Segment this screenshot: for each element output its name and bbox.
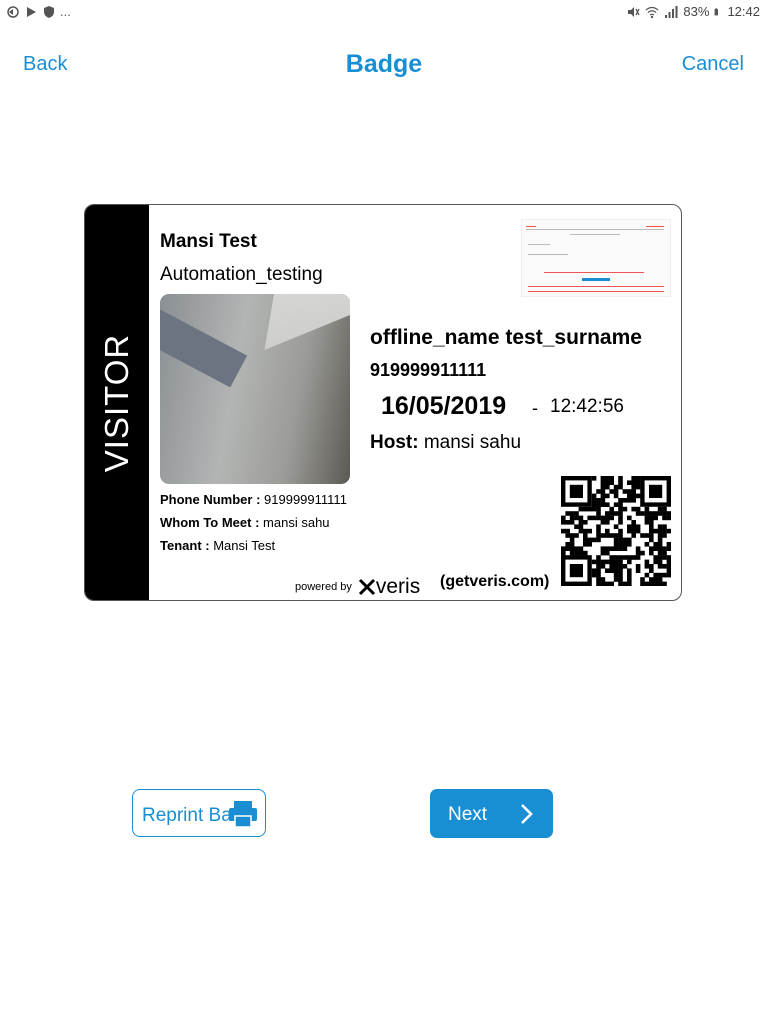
badge-company: Automation_testing [160, 264, 323, 285]
powered-by: powered by veris [295, 575, 420, 599]
next-button[interactable]: Next [430, 789, 553, 838]
brand-name: veris [375, 575, 421, 598]
chevron-right-icon [521, 804, 533, 824]
host-label: Host: [370, 432, 419, 453]
visit-time: 12:42:56 [550, 396, 624, 417]
battery-icon [715, 7, 719, 15]
shield-icon [44, 5, 54, 18]
qr-code [561, 476, 671, 586]
mute-icon [628, 6, 641, 17]
signal-icon [665, 5, 678, 18]
visitor-label: VISITOR [98, 333, 135, 473]
status-bar-left: ... [6, 4, 71, 19]
visit-date: 16/05/2019 [381, 392, 507, 420]
date-time-separator: - [532, 398, 538, 418]
next-label: Next [448, 804, 488, 825]
visitor-badge-card: VISITOR Mansi Test Automation_testing Ph… [84, 204, 682, 601]
reprint-badge-button[interactable]: Reprint Ba [132, 789, 266, 837]
tenant-label: Tenant : [160, 538, 210, 553]
whom-label: Whom To Meet : [160, 515, 260, 530]
page-title: Badge [345, 50, 423, 78]
battery-percent: 83% [683, 4, 710, 19]
veris-logo: veris [358, 575, 420, 599]
phone-row: Phone Number : 919999911111 [160, 492, 347, 507]
badge-name: Mansi Test [160, 231, 257, 252]
whom-row: Whom To Meet : mansi sahu [160, 515, 330, 530]
status-more: ... [60, 4, 71, 19]
website: (getveris.com) [440, 573, 550, 590]
host-row: Host: mansi sahu [370, 432, 521, 454]
clock: 12:42 [727, 4, 760, 19]
status-bar-right: 83% 12:42 [626, 4, 760, 19]
veris-x-icon [358, 578, 375, 596]
status-bar: ... 83% 12:42 [0, 0, 768, 26]
play-icon [27, 6, 36, 17]
cancel-button[interactable]: Cancel [682, 53, 744, 76]
document-thumbnail [521, 219, 671, 297]
visitor-fullname: offline_name test_surname [370, 326, 642, 349]
powered-by-label: powered by [295, 581, 352, 593]
phone-label: Phone Number : [160, 492, 261, 507]
reprint-label: Reprint Ba [142, 805, 232, 826]
visitor-phone: 919999911111 [370, 360, 487, 380]
printer-icon [229, 801, 257, 828]
phone-value: 919999911111 [264, 492, 347, 507]
sync-icon [7, 5, 19, 18]
tenant-value: Mansi Test [213, 538, 276, 553]
visitor-photo [160, 294, 350, 484]
visitor-strip: VISITOR [85, 205, 149, 600]
tenant-row: Tenant : Mansi Test [160, 538, 275, 553]
wifi-icon [646, 6, 659, 18]
host-value: mansi sahu [423, 432, 522, 453]
whom-value: mansi sahu [263, 515, 330, 530]
